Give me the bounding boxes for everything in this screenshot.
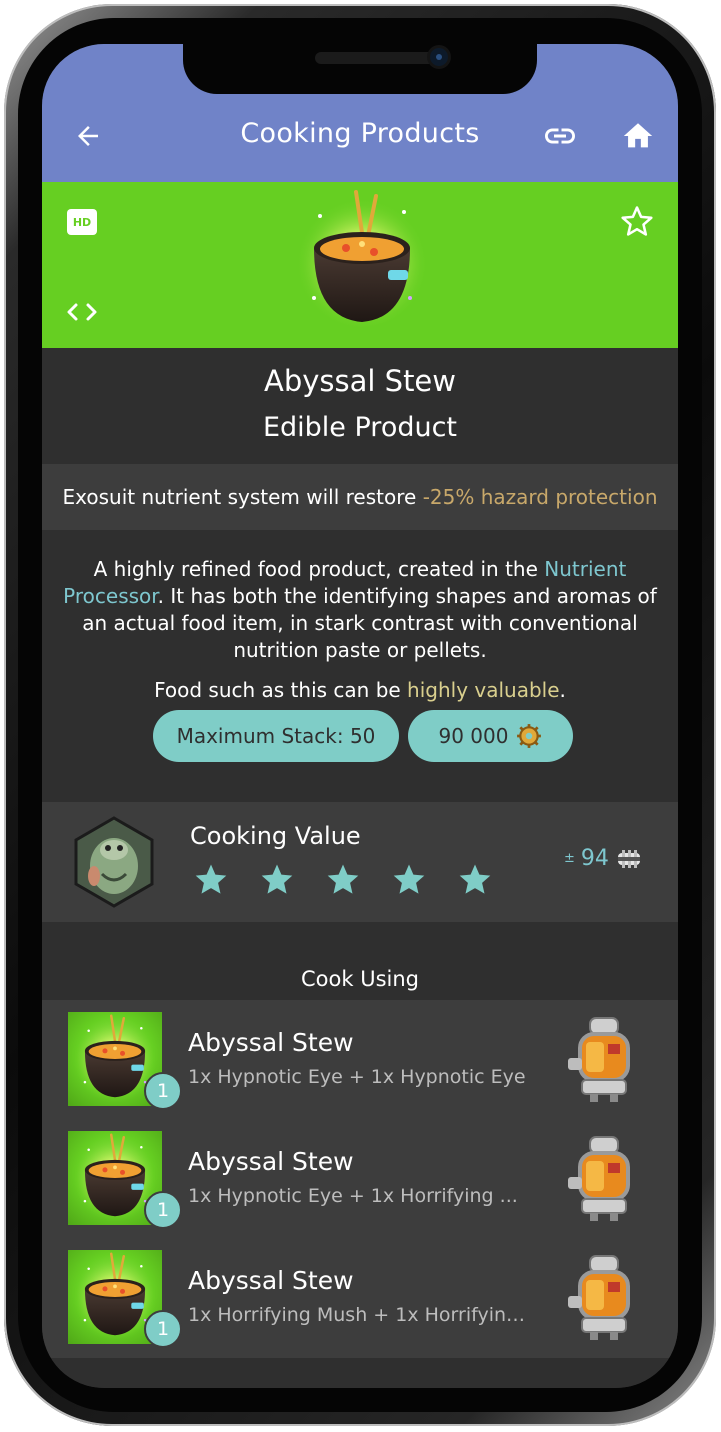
description-text-start: A highly refined food product, created i…	[93, 557, 545, 581]
nutrient-processor-icon	[564, 1133, 644, 1223]
nutrient-processor-icon	[564, 1014, 644, 1104]
quantity-badge: 1	[144, 1191, 182, 1229]
recipe-list: 1 Abyssal Stew 1x Hypnotic Eye + 1x Hypn…	[42, 1000, 678, 1358]
recipe-ingredients: 1x Horrifying Mush + 1x Horrifying...	[188, 1304, 528, 1326]
item-title-block: Abyssal Stew Edible Product	[42, 348, 678, 464]
cooking-value-label: Cooking Value	[190, 822, 361, 850]
bottom-spacer	[42, 1358, 678, 1388]
restore-info: Exosuit nutrient system will restore -25…	[42, 464, 678, 530]
cooking-value-number: 94	[580, 846, 609, 871]
section-spacer	[42, 922, 678, 960]
code-icon	[67, 303, 97, 321]
share-link-button[interactable]	[540, 116, 580, 156]
restore-prefix: Exosuit nutrient system will restore	[62, 485, 423, 509]
home-icon	[623, 123, 653, 148]
item-hero-banner: HD	[42, 182, 678, 348]
page-title: Cooking Products	[240, 118, 480, 149]
nanite-icon	[617, 849, 640, 868]
value-note-text: Food such as this can be	[154, 678, 408, 702]
cooking-value-stars	[194, 862, 492, 896]
max-stack-pill: Maximum Stack: 50	[153, 710, 399, 762]
star-icon	[326, 862, 360, 896]
cook-using-heading: Cook Using	[42, 960, 678, 1000]
favorite-button[interactable]	[620, 204, 654, 242]
phone-speaker	[315, 52, 435, 64]
star-icon	[458, 862, 492, 896]
recipe-name: Abyssal Stew	[188, 1147, 354, 1176]
units-value: 90 000	[438, 724, 509, 748]
item-description: A highly refined food product, created i…	[42, 530, 678, 802]
value-note: Food such as this can be highly valuable…	[42, 678, 678, 702]
abyssal-stew-pot-icon	[292, 186, 432, 336]
recipe-name: Abyssal Stew	[188, 1266, 354, 1295]
item-image	[292, 186, 432, 336]
plus-minus-sign: ±	[564, 851, 575, 866]
highly-valuable-text: highly valuable	[407, 678, 560, 702]
recipe-name: Abyssal Stew	[188, 1028, 354, 1057]
description-text-end: . It has both the identifying shapes and…	[82, 584, 657, 662]
cooking-value-hex-icon	[74, 816, 154, 908]
quantity-badge: 1	[144, 1310, 182, 1348]
value-note-period: .	[559, 678, 566, 702]
star-icon	[260, 862, 294, 896]
link-icon	[545, 128, 575, 144]
embed-code-button[interactable]	[64, 300, 100, 328]
recipe-row[interactable]: 1 Abyssal Stew 1x Horrifying Mush + 1x H…	[42, 1238, 678, 1357]
app-screen: Cooking Products HD Abyssal Stew Edible …	[42, 44, 678, 1388]
recipe-row[interactable]: 1 Abyssal Stew 1x Hypnotic Eye + 1x Horr…	[42, 1119, 678, 1238]
phone-camera	[430, 48, 448, 66]
hazard-protection-text: -25% hazard protection	[422, 485, 658, 509]
recipe-ingredients: 1x Hypnotic Eye + 1x Hypnotic Eye	[188, 1066, 526, 1088]
nutrient-processor-icon	[564, 1252, 644, 1342]
hd-toggle-button[interactable]: HD	[67, 209, 97, 235]
cooking-value-row: Cooking Value ± 94	[42, 802, 678, 922]
star-icon	[194, 862, 228, 896]
recipe-row[interactable]: 1 Abyssal Stew 1x Hypnotic Eye + 1x Hypn…	[42, 1000, 678, 1119]
units-gear-icon	[517, 724, 542, 748]
recipe-ingredients: 1x Hypnotic Eye + 1x Horrifying ...	[188, 1185, 518, 1207]
star-outline-icon	[621, 206, 653, 236]
star-icon	[392, 862, 426, 896]
cooking-value-amount: ± 94	[564, 846, 643, 871]
value-pill: 90 000	[408, 710, 573, 762]
item-name: Abyssal Stew	[263, 364, 456, 398]
home-button[interactable]	[618, 116, 658, 156]
max-stack-label: Maximum Stack: 50	[176, 724, 376, 748]
description-paragraph: A highly refined food product, created i…	[56, 556, 664, 664]
quantity-badge: 1	[144, 1072, 182, 1110]
item-type: Edible Product	[262, 412, 458, 443]
